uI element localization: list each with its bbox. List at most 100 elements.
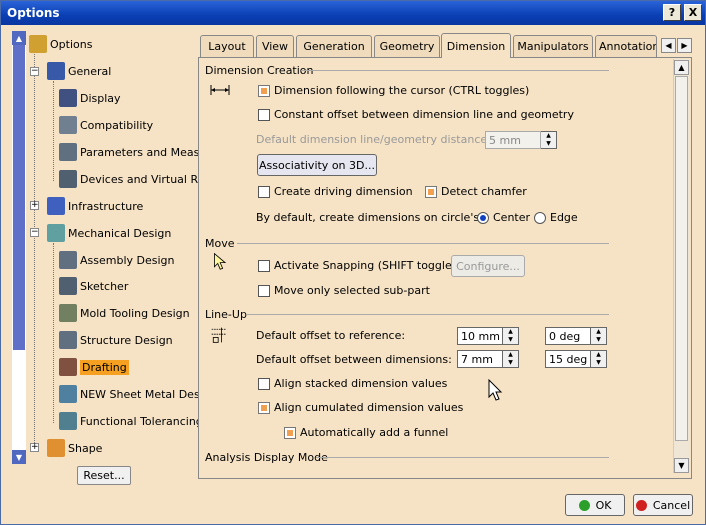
tree-item[interactable]: Parameters and Measure [59, 141, 217, 163]
tree-item[interactable]: Structure Design [59, 329, 173, 351]
tab-dimension[interactable]: Dimension [441, 33, 511, 58]
sheet-metal-icon [59, 385, 77, 403]
close-button[interactable]: X [684, 4, 702, 21]
mouse-pointer-icon [488, 379, 503, 401]
option-driving-dimension[interactable]: Create driving dimension [258, 185, 413, 198]
tree-item[interactable]: Compatibility [59, 114, 153, 136]
checkbox[interactable] [258, 284, 270, 297]
dimension-cursor-icon [210, 85, 230, 95]
offset-between-angle-stepper[interactable]: 15 deg ▲ ▼ [545, 350, 607, 368]
configure-button[interactable]: Configure... [451, 255, 525, 277]
checkbox[interactable] [258, 84, 270, 97]
tree-item-label: Sketcher [80, 279, 129, 293]
tab-manipulators[interactable]: Manipulators [513, 35, 593, 57]
label: Automatically add a funnel [300, 426, 449, 439]
tree-scrollbar[interactable]: ▲ ▼ [12, 31, 26, 464]
move-arrow-icon [214, 252, 227, 270]
checkbox[interactable] [284, 426, 296, 439]
tree-scroll-down-icon[interactable]: ▼ [12, 450, 26, 464]
option-detect-chamfer[interactable]: Detect chamfer [425, 185, 527, 198]
checkbox[interactable] [258, 108, 270, 121]
option-align-cumulated[interactable]: Align cumulated dimension values [258, 401, 463, 414]
tab-annotation[interactable]: Annotation [595, 35, 657, 57]
checkbox[interactable] [258, 377, 270, 390]
tree-item[interactable]: Devices and Virtual Rea [59, 168, 211, 190]
tree-item-label: NEW Sheet Metal Desig [80, 387, 210, 401]
tree-line [53, 81, 54, 181]
value[interactable]: 0 deg [545, 327, 591, 345]
reset-button[interactable]: Reset... [77, 466, 131, 485]
tolerancing-icon [59, 412, 77, 430]
panel-scrollbar[interactable]: ▲ ▼ [673, 59, 689, 473]
tree-item[interactable]: Display [59, 87, 121, 109]
options-window: Options ? X ▲ ▼ − + − + Options General Di… [0, 0, 706, 525]
value[interactable]: 10 mm [457, 327, 503, 345]
structure-icon [59, 331, 77, 349]
checkbox[interactable] [258, 185, 270, 198]
default-distance-label: Default dimension line/geometry distance… [256, 133, 491, 146]
radio-center[interactable]: Center [477, 211, 530, 224]
expander-shape[interactable]: + [30, 443, 39, 452]
display-icon [59, 89, 77, 107]
value[interactable]: 5 mm [485, 131, 541, 149]
compatibility-icon [59, 116, 77, 134]
ok-button[interactable]: OK [565, 494, 625, 516]
associativity-button[interactable]: Associativity on 3D... [257, 154, 377, 176]
offset-ref-angle-stepper[interactable]: 0 deg ▲ ▼ [545, 327, 607, 345]
expander-mechanical[interactable]: − [30, 228, 39, 237]
option-constant-offset[interactable]: Constant offset between dimension line a… [258, 108, 574, 121]
panel-scroll-thumb[interactable] [675, 76, 688, 441]
option-follow-cursor[interactable]: Dimension following the cursor (CTRL tog… [258, 84, 529, 97]
tree-item-label: General [68, 64, 112, 78]
tree-item[interactable]: Shape [47, 437, 102, 459]
cancel-label: Cancel [652, 498, 691, 512]
radio[interactable] [477, 211, 489, 224]
label: Detect chamfer [441, 185, 527, 198]
tree-scroll-thumb[interactable] [13, 45, 25, 350]
panel-scroll-down-icon[interactable]: ▼ [674, 458, 689, 473]
tab-geometry[interactable]: Geometry [374, 35, 440, 57]
offset-between-stepper[interactable]: 7 mm ▲ ▼ [457, 350, 519, 368]
tree-scroll-up-icon[interactable]: ▲ [12, 31, 26, 45]
tab-prev-icon[interactable]: ◀ [661, 38, 676, 53]
tree-item[interactable]: NEW Sheet Metal Desig [59, 383, 210, 405]
tab-next-icon[interactable]: ▶ [677, 38, 692, 53]
option-snapping[interactable]: Activate Snapping (SHIFT toggles) [258, 259, 462, 272]
default-distance-stepper[interactable]: 5 mm ▲ ▼ [485, 131, 557, 149]
window-title: Options [7, 6, 60, 20]
radio[interactable] [534, 211, 546, 224]
separator [316, 457, 609, 458]
value[interactable]: 15 deg [545, 350, 591, 368]
option-align-stacked[interactable]: Align stacked dimension values [258, 377, 447, 390]
tree-item[interactable]: Infrastructure [47, 195, 143, 217]
checkbox[interactable] [258, 259, 270, 272]
value[interactable]: 7 mm [457, 350, 503, 368]
tree-item[interactable]: Mechanical Design [47, 222, 171, 244]
offset-ref-label: Default offset to reference: [256, 329, 406, 342]
tree-item-label: Options [50, 37, 93, 51]
tree-item[interactable]: Functional Tolerancing [59, 410, 203, 432]
tree-item[interactable]: Drafting [59, 356, 129, 378]
cancel-button[interactable]: Cancel [633, 494, 693, 516]
checkbox[interactable] [258, 401, 270, 414]
label: Align stacked dimension values [274, 377, 448, 390]
expander-general[interactable]: − [30, 67, 39, 76]
option-selected-subpart[interactable]: Move only selected sub-part [258, 284, 430, 297]
options-root-icon [29, 35, 47, 53]
panel-scroll-up-icon[interactable]: ▲ [674, 60, 689, 75]
radio-edge[interactable]: Edge [534, 211, 578, 224]
tab-view[interactable]: View [256, 35, 294, 57]
expander-infrastructure[interactable]: + [30, 201, 39, 210]
checkbox[interactable] [425, 185, 437, 198]
option-add-funnel[interactable]: Automatically add a funnel [284, 426, 448, 439]
tab-layout[interactable]: Layout [200, 35, 254, 57]
tree-item[interactable]: Options [29, 33, 92, 55]
tree-item[interactable]: Sketcher [59, 275, 128, 297]
tab-generation[interactable]: Generation [296, 35, 372, 57]
tree-item[interactable]: Assembly Design [59, 249, 175, 271]
tree-item[interactable]: General [47, 60, 111, 82]
help-button[interactable]: ? [663, 4, 681, 21]
title-bar[interactable]: Options ? X [1, 1, 705, 25]
offset-ref-stepper[interactable]: 10 mm ▲ ▼ [457, 327, 519, 345]
tree-item[interactable]: Mold Tooling Design [59, 302, 190, 324]
